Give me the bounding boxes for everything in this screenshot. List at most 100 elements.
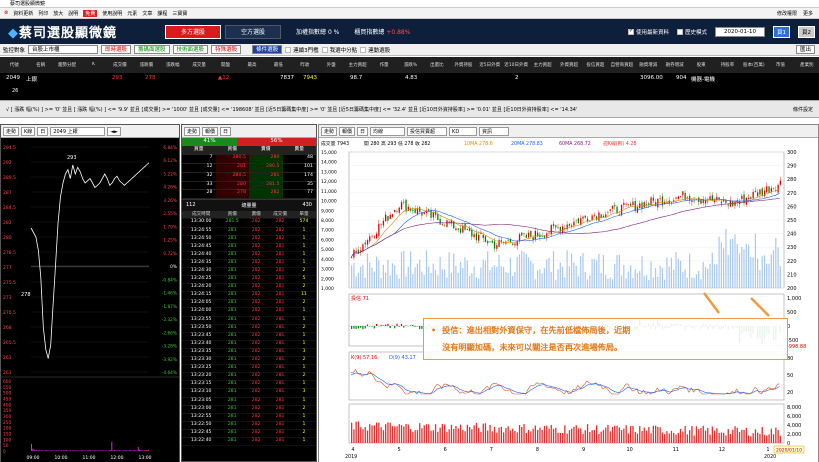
tab-quote[interactable]: 報價 (202, 126, 219, 136)
column-header[interactable]: 融券增減 (662, 62, 686, 68)
menu-item-print[interactable]: 列印 (38, 10, 48, 17)
column-header[interactable]: 出量比 (425, 62, 449, 68)
volume-bar (57, 450, 59, 451)
column-header[interactable]: 作量 (372, 62, 396, 68)
tab-trend[interactable]: 走勢 (3, 126, 20, 136)
column-header[interactable]: 名稱 (28, 62, 52, 68)
column-header[interactable]: 代號 (2, 62, 26, 68)
pct-tick-label: 1.79% (163, 224, 177, 230)
column-header[interactable]: 外資持股 (451, 62, 475, 68)
volume-bar (382, 265, 384, 288)
menu-item-zoom[interactable]: 放大 (53, 10, 63, 17)
column-header[interactable]: 主力買超 (345, 62, 369, 68)
column-header[interactable]: 趨勢分配 (55, 62, 79, 68)
menu-modify-permission[interactable]: 修改權限 (777, 10, 797, 17)
page2-button[interactable]: 頁2 (798, 25, 815, 38)
column-header[interactable]: 市值 (768, 62, 792, 68)
order-book-row[interactable]: 7 280.5 280 48 (182, 154, 316, 164)
column-header[interactable]: 成交量 (187, 62, 211, 68)
menu-item-treasure[interactable]: 三寶寶 (172, 10, 187, 17)
vol2-bar (618, 427, 620, 443)
monitor-target-select[interactable]: 台股上市櫃 (28, 45, 99, 54)
tab-kline[interactable]: K線 (21, 126, 36, 136)
latest-data-checkbox[interactable]: 使用最新資料 (628, 28, 669, 36)
column-header[interactable]: 昨收 (293, 62, 317, 68)
menu-more[interactable]: 更多 (803, 10, 813, 17)
column-header[interactable]: 股東 (689, 62, 713, 68)
indicator-select-3[interactable]: KD (449, 126, 478, 136)
date-input[interactable]: 2020-01-10 (715, 26, 765, 37)
candle-body (777, 184, 779, 193)
tab-short[interactable]: 空方選股 (225, 24, 282, 39)
column-header[interactable]: 成交價 (108, 62, 132, 68)
tab-day[interactable]: 日 (37, 126, 49, 136)
column-header[interactable]: 漲跌% (398, 62, 422, 68)
nav-arrows[interactable]: ◄► (107, 126, 122, 136)
column-header[interactable]: 外盤 (319, 62, 343, 68)
chk-my-branch[interactable]: 我選中分點 (321, 46, 357, 54)
indicator-select-4[interactable]: 資訊 (479, 126, 510, 136)
tech-screen-button[interactable]: 技術面選股 (172, 45, 209, 54)
tab-quote[interactable]: 報價 (339, 126, 356, 136)
tab-day[interactable]: 日 (357, 126, 369, 136)
column-header[interactable]: 投信買超 (583, 62, 607, 68)
x-year-right: 2020 (764, 454, 776, 460)
price-tick-label: 289.5 (3, 175, 16, 181)
tab-trend[interactable]: 走勢 (184, 126, 201, 136)
vol-tick-label: 14,000 (321, 160, 337, 166)
menu-item-free[interactable]: 免費 (83, 9, 98, 17)
menu-item-refresh[interactable]: 資料更新 (13, 10, 33, 17)
order-book-row[interactable]: 33 280 281.5 35 (182, 181, 316, 191)
condition-screen-button[interactable]: 條件選股 (252, 45, 283, 54)
column-header[interactable]: 自營商買超 (610, 62, 634, 68)
menu-item-course[interactable]: 課程 (157, 10, 167, 17)
page1-button[interactable]: 頁1 (773, 25, 790, 38)
column-header[interactable]: 股本(百萬) (742, 62, 766, 68)
realtime-screen-button[interactable]: 即時選股 (101, 45, 132, 54)
tab-multi[interactable]: 多方選股 (165, 24, 222, 39)
column-header[interactable]: 融資增減 (636, 62, 660, 68)
order-book-row[interactable]: 28 278 282 77 (182, 190, 316, 200)
indicator-select-2[interactable]: 投信買賣超 (407, 126, 448, 136)
condition-settings-link[interactable]: 條件設定 (793, 106, 813, 113)
pct-tick-label: 0.72% (163, 251, 177, 257)
column-header[interactable]: 產業別 (795, 62, 819, 68)
chk-3-threshold[interactable]: 連續3門檻 (285, 46, 319, 54)
column-header[interactable]: 外資買超 (557, 62, 581, 68)
pct-tick-label: 6.12% (163, 158, 177, 164)
column-header[interactable]: K (81, 62, 105, 67)
column-header[interactable]: 最高 (240, 62, 264, 68)
vol2-bar (700, 428, 702, 443)
chip-screen-button[interactable]: 籌碼面選股 (134, 45, 170, 54)
column-header[interactable]: 最低 (266, 62, 290, 68)
vol2-bar (650, 433, 652, 443)
tab-trend[interactable]: 走勢 (321, 126, 338, 136)
vol-tick-label: 7,000 (321, 228, 334, 234)
menu-item-manual[interactable]: 使用說明 (102, 10, 122, 17)
vol2-bar (450, 424, 453, 443)
chk-linked[interactable]: 連動選股 (360, 46, 390, 54)
column-header[interactable]: 漲跌價 (134, 62, 158, 68)
tab-day[interactable]: 日 (220, 126, 232, 136)
special-screen-button[interactable]: 特殊選股 (211, 45, 242, 54)
column-header[interactable]: 近5日外資 (478, 62, 502, 68)
history-mode-checkbox[interactable]: 歷史模式 (677, 28, 707, 36)
stock-select[interactable]: 2049 上銀 (50, 126, 106, 136)
vol2-bar (464, 431, 466, 443)
column-header[interactable]: 持股率 (715, 62, 739, 68)
column-header[interactable]: 漲跌幅 (161, 62, 185, 68)
menu-item[interactable]: ⊗ (4, 10, 8, 16)
order-book-row[interactable]: 32 280.5 281 174 (182, 172, 316, 182)
menu-item-help[interactable]: 說明 (68, 10, 78, 17)
menu-item-article[interactable]: 文章 (142, 10, 152, 17)
column-header[interactable]: 開盤 (213, 62, 237, 68)
order-book-row[interactable]: 12 281 280.5 101 (182, 163, 316, 173)
menu-item-element[interactable]: 元素 (127, 10, 137, 17)
indicator-select-1[interactable]: 均線 (370, 126, 406, 136)
vol2-bar (677, 432, 679, 443)
table-row[interactable]: 2049 上銀 293 278 ▲12 7837 7943 98.7 4.83 … (0, 73, 819, 83)
column-header[interactable]: 近10日外資 (504, 62, 528, 68)
candle-body (385, 214, 387, 222)
column-header[interactable]: 主力買超 (530, 62, 554, 68)
export-button[interactable]: 匯出 (795, 45, 815, 54)
